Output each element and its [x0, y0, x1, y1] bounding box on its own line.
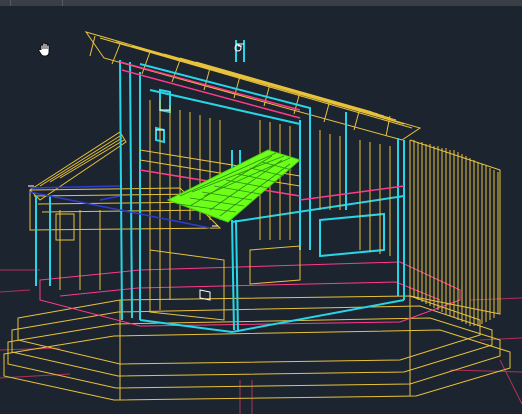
viewport-background	[0, 6, 522, 414]
pan-hand-icon	[38, 42, 52, 58]
cad-application	[0, 0, 522, 414]
model-viewport[interactable]	[0, 6, 522, 414]
